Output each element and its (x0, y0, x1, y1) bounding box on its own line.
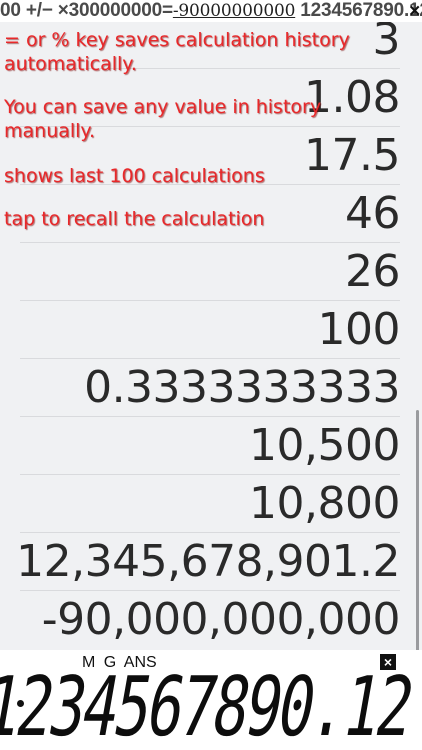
tape-negative-result: -90000000000 (172, 1, 296, 21)
tape-multiply: ×300000000= (57, 0, 173, 21)
tape-current: 1234567890.12 (300, 0, 422, 21)
display-value: 1234567890.12 (0, 660, 419, 750)
history-value: 100 (317, 304, 401, 355)
help-text-last-100: shows last 100 calculations (4, 165, 265, 187)
history-row[interactable]: 10,500 (20, 416, 400, 474)
help-text-recall: tap to recall the calculation (4, 208, 265, 230)
history-value: -90,000,000,000 (41, 594, 401, 645)
tape-prefix: 00 +/− (0, 0, 53, 21)
history-value: 10,800 (249, 478, 400, 529)
history-row[interactable]: 12,345,678,901.2 (16, 532, 400, 590)
history-value: 0.3333333333 (84, 362, 400, 413)
calculator-display: M G ANS × 1234567890.12 (0, 650, 422, 750)
help-text-autosave: = or % key saves calculation history aut… (4, 29, 350, 75)
tape-close-icon[interactable]: × (409, 1, 420, 22)
help-text-manual-save: You can save any value in history manual… (4, 96, 322, 142)
history-scrollbar[interactable] (416, 410, 419, 650)
history-value: 26 (345, 246, 401, 297)
history-row[interactable]: 26 (20, 242, 401, 300)
calculation-tape[interactable]: 00 +/− ×300000000= -90000000000 12345678… (0, 0, 422, 22)
history-row[interactable]: 100 (20, 300, 401, 358)
history-value: 12,345,678,901.2 (16, 536, 400, 587)
history-row[interactable]: -90,000,000,000 (20, 590, 401, 648)
history-row[interactable]: 10,800 (20, 474, 400, 532)
history-row[interactable]: 0.3333333333 (20, 358, 400, 416)
history-value: 10,500 (249, 420, 400, 471)
history-value: 46 (345, 188, 401, 239)
